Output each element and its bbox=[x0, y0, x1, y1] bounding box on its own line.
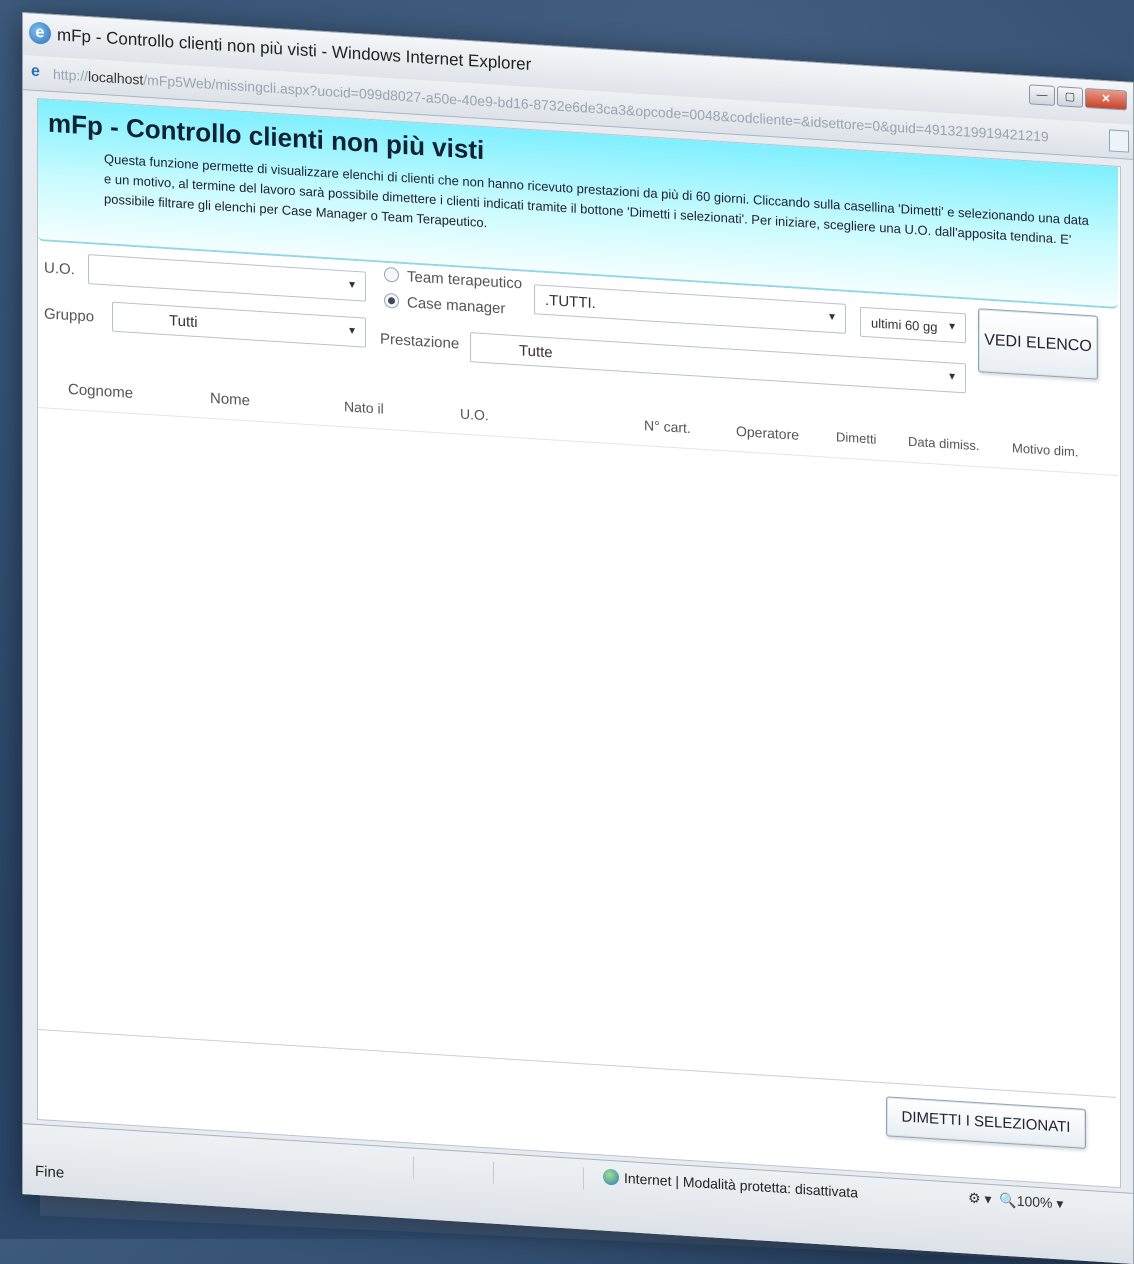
radio-button-selected[interactable] bbox=[384, 292, 399, 309]
chevron-down-icon: ▼ bbox=[347, 279, 357, 292]
status-text: Fine bbox=[35, 1162, 65, 1182]
url-host: localhost bbox=[88, 68, 144, 88]
uo-label: U.O. bbox=[44, 259, 75, 279]
status-divider bbox=[413, 1156, 414, 1179]
zoom-level: 100% bbox=[1016, 1192, 1053, 1211]
dimetti-selezionati-button[interactable]: DIMETTI I SELEZIONATI bbox=[886, 1096, 1086, 1149]
chevron-down-icon: ▼ bbox=[947, 321, 957, 333]
radio-button[interactable] bbox=[384, 266, 399, 283]
browser-window: e mFp - Controllo clienti non più visti … bbox=[22, 12, 1134, 1264]
compatibility-view-icon[interactable] bbox=[1109, 129, 1129, 153]
radio-case-manager[interactable]: Case manager bbox=[384, 292, 505, 317]
period-dropdown[interactable]: ultimi 60 gg ▼ bbox=[860, 306, 966, 344]
column-cognome[interactable]: Cognome bbox=[68, 381, 133, 402]
gruppo-label: Gruppo bbox=[44, 305, 95, 326]
prestazione-value: Tutte bbox=[519, 342, 553, 362]
internet-explorer-icon: e bbox=[29, 21, 51, 45]
status-divider bbox=[583, 1167, 584, 1190]
page-content: mFp - Controllo clienti non più visti Qu… bbox=[37, 97, 1121, 1189]
status-divider bbox=[493, 1161, 494, 1184]
gruppo-value: Tutti bbox=[169, 312, 198, 332]
period-value: ultimi 60 gg bbox=[871, 315, 938, 335]
globe-icon bbox=[603, 1168, 619, 1186]
column-data-dimiss[interactable]: Data dimiss. bbox=[908, 434, 980, 454]
zoom-control[interactable]: ⚙ ▾ 🔍100% ▾ bbox=[968, 1190, 1063, 1213]
page-icon: e bbox=[31, 62, 40, 81]
uo-dropdown[interactable]: ▼ bbox=[88, 254, 366, 302]
column-operatore[interactable]: Operatore bbox=[736, 423, 799, 443]
prestazione-label: Prestazione bbox=[380, 330, 460, 353]
column-dimetti[interactable]: Dimetti bbox=[836, 429, 876, 447]
settings-icon[interactable]: ⚙ ▾ bbox=[968, 1190, 991, 1207]
column-uo[interactable]: U.O. bbox=[460, 406, 489, 424]
minimize-icon[interactable]: — bbox=[1029, 84, 1055, 106]
column-motivo-dim[interactable]: Motivo dim. bbox=[1012, 440, 1078, 459]
radio-team-terapeutico[interactable]: Team terapeutico bbox=[384, 266, 522, 292]
column-nato-il[interactable]: Nato il bbox=[344, 398, 384, 416]
chevron-down-icon: ▼ bbox=[347, 325, 357, 338]
operator-value: .TUTTI. bbox=[545, 291, 596, 313]
window-controls: — ▢ ✕ bbox=[1029, 84, 1127, 111]
zoom-icon: 🔍 bbox=[999, 1191, 1017, 1209]
results-grid[interactable] bbox=[38, 409, 1116, 1098]
close-icon[interactable]: ✕ bbox=[1085, 87, 1127, 111]
prestazione-dropdown[interactable]: Tutte ▼ bbox=[470, 332, 966, 394]
gruppo-dropdown[interactable]: Tutti ▼ bbox=[112, 301, 366, 348]
page-description: Questa funzione permette di visualizzare… bbox=[104, 151, 1089, 248]
chevron-down-icon: ▼ bbox=[947, 371, 957, 383]
operator-dropdown[interactable]: .TUTTI. ▼ bbox=[534, 284, 846, 334]
maximize-icon[interactable]: ▢ bbox=[1057, 86, 1083, 108]
column-n-cart[interactable]: N° cart. bbox=[644, 417, 691, 436]
security-zone[interactable]: Internet | Modalità protetta: disattivat… bbox=[603, 1168, 858, 1201]
column-nome[interactable]: Nome bbox=[210, 390, 250, 410]
screenshot-scene: e mFp - Controllo clienti non più visti … bbox=[22, 12, 1134, 1264]
vedi-elenco-button[interactable]: VEDI ELENCO bbox=[978, 308, 1098, 380]
chevron-down-icon: ▼ bbox=[827, 311, 837, 324]
